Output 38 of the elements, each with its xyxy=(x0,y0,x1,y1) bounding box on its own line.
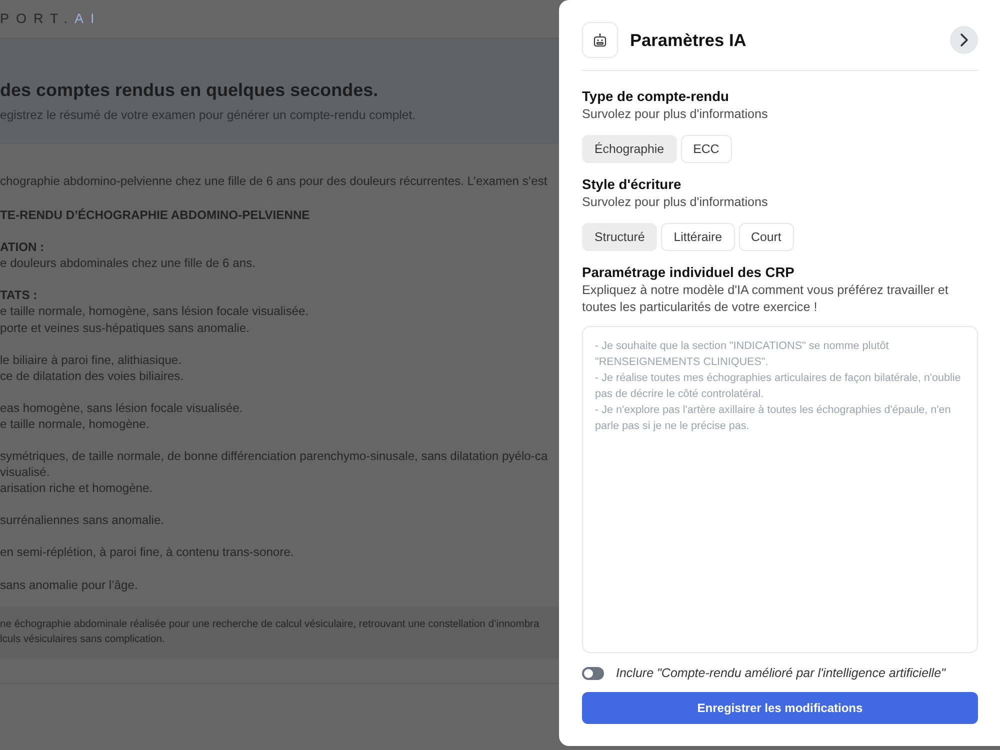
report-line: surrénaliennes sans anomalie. xyxy=(0,512,164,528)
chevron-right-icon xyxy=(959,33,969,47)
option-button[interactable]: Littéraire xyxy=(661,223,734,251)
section-hint: Expliquez à notre modèle d'IA comment vous préférez travailler et toutes les particularités de votre exercice ! xyxy=(582,282,950,316)
toggle-switch[interactable] xyxy=(582,666,604,680)
report-line: visualisé. xyxy=(0,464,50,480)
option-button[interactable]: Structuré xyxy=(582,223,658,251)
report-line: e douleurs abdominales chez une fille de 6 ans. xyxy=(0,255,256,272)
report-heading: TATS : xyxy=(0,287,38,304)
note-text: ne échographie abdominale réalisée pour une recherche de calcul vésiculaire, retrouvant une constellation d’innombra lculs vésiculaires sans complication. xyxy=(0,618,540,647)
report-line: en semi-réplétion, à paroi fine, à contenu trans-sonore. xyxy=(0,544,294,560)
toggle-label: Inclure "Compte-rendu amélioré par l'intelligence artificielle" xyxy=(616,665,946,681)
robot-icon xyxy=(582,22,618,58)
report-heading: ATION : xyxy=(0,239,44,256)
report-heading: TE-RENDU D’ÉCHOGRAPHIE ABDOMINO-PELVIENNE xyxy=(0,207,310,224)
option-button[interactable]: ECC xyxy=(680,135,732,163)
report-line: e taille normale, homogène. xyxy=(0,416,150,432)
section-title: Paramétrage individuel des CRP xyxy=(582,264,796,282)
save-button[interactable]: Enregistrer les modifications xyxy=(582,692,978,724)
report-line: ce de dilatation des voies biliaires. xyxy=(0,368,184,384)
report-line: arisation riche et homogène. xyxy=(0,480,153,496)
close-panel-button[interactable] xyxy=(950,26,978,54)
section-hint: Survolez pour plus d'informations xyxy=(582,194,769,211)
report-line: e taille normale, homogène, sans lésion focale visualisée. xyxy=(0,303,309,320)
option-button[interactable]: Échographie xyxy=(582,135,677,163)
option-button[interactable]: Court xyxy=(738,223,794,251)
report-line: porte et veines sus-hépatiques sans anomalie. xyxy=(0,320,250,336)
section-hint: Survolez pour plus d'informations xyxy=(582,106,769,123)
report-line: sans anomalie pour l’âge. xyxy=(0,576,138,593)
report-line: eas homogène, sans lésion focale visualisée. xyxy=(0,400,243,416)
hero-title: des comptes rendus en quelques secondes. xyxy=(0,79,378,101)
report-line: le biliaire à paroi fine, alithiasique. xyxy=(0,352,182,368)
report-line: symétriques, de taille normale, de bonne différenciation parenchymo-sinusale, sans dilatation pyélo-ca xyxy=(0,448,548,464)
report-line: chographie abdomino-pelvienne chez une fille de 6 ans pour des douleurs récurrentes. L’examen s’est xyxy=(0,173,548,190)
section-title: Style d'écriture xyxy=(582,176,682,194)
preferences-textarea[interactable]: - Je souhaite que la section "INDICATIONS" se nomme plutôt "RENSEIGNEMENTS CLINIQUES". - Je réalise toutes mes échographies articulaires de façon bilatérale, n'oublie pas de décrire le côté controlatéral. - Je n'explore pas l'artère axillaire à toutes les échographies d'épaule, n'en parle pas si je ne le précise pas. xyxy=(582,326,978,653)
panel-title: Paramètres IA xyxy=(630,29,746,51)
section-title: Type de compte-rendu xyxy=(582,88,730,106)
